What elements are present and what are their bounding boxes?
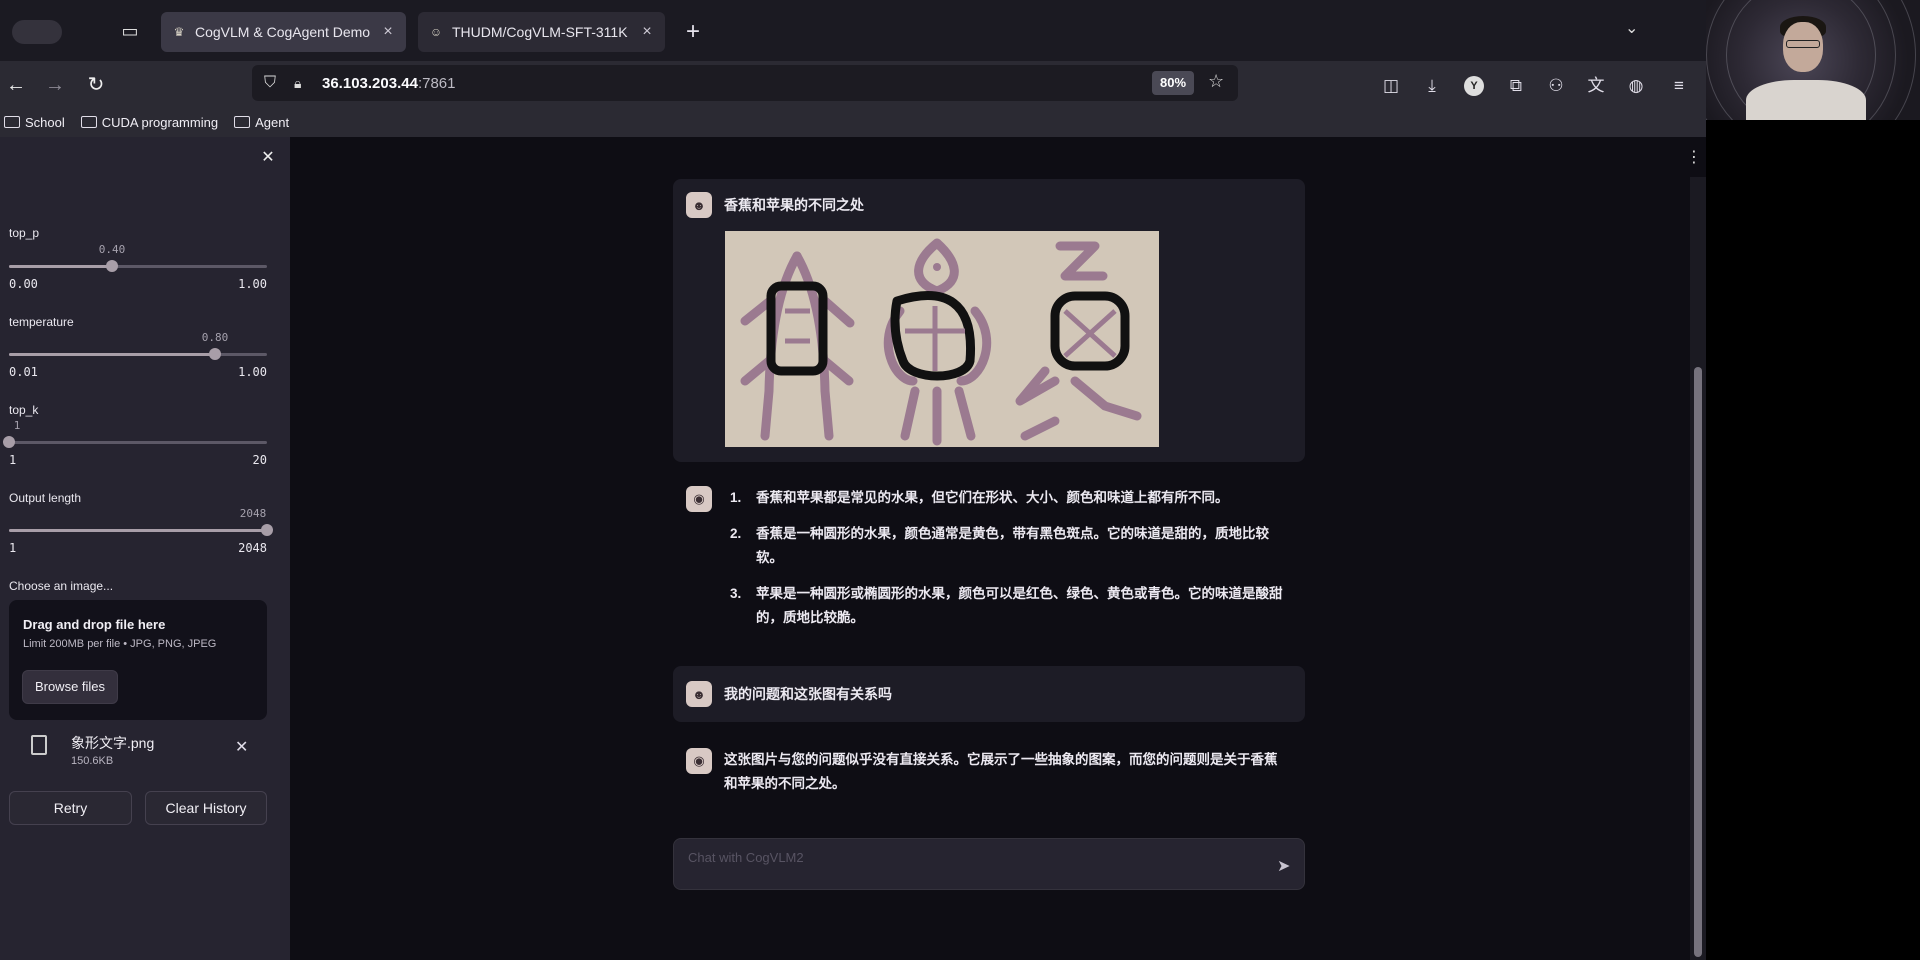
lock-icon[interactable]: 🔒︎	[294, 75, 314, 92]
remove-file-icon[interactable]: ✕	[235, 737, 248, 757]
url-text[interactable]: 36.103.203.44:7861	[322, 75, 455, 92]
answer-list: 1. 香蕉和苹果都是常见的水果，但它们在形状、大小、颜色和味道上都有所不同。 2.…	[724, 486, 1284, 642]
close-tab-icon[interactable]: ×	[639, 23, 655, 41]
message-text: 这张图片与您的问题似乎没有直接关系。它展示了一些抽象的图案，而您的问题则是关于香…	[724, 752, 1278, 791]
slider-value: 0.80	[201, 331, 229, 344]
sidebar: ✕ top_p 0.40 0.00 1.00 temperature 0.80 …	[0, 137, 290, 960]
bookmark-school[interactable]: School	[4, 115, 65, 130]
tab-bar: ▭ ♛ CogVLM & CogAgent Demo × ☺ THUDM/Cog…	[0, 0, 1706, 61]
slider-min: 0.01	[9, 365, 38, 379]
chat-main: ⋮ ☻ 香蕉和苹果的不同之处 ◉ 1. 香蕉和苹果都是常见的水果，但它们在形状、…	[290, 137, 1706, 960]
assistant-message: ◉ 这张图片与您的问题似乎没有直接关系。它展示了一些抽象的图案，而您的问题则是关…	[673, 748, 1305, 808]
file-dropzone[interactable]: Drag and drop file here Limit 200MB per …	[9, 600, 267, 720]
slider-thumb[interactable]	[209, 348, 221, 360]
download-icon[interactable]: ⤓	[1419, 73, 1445, 99]
image-uploader-label: Choose an image...	[9, 579, 114, 593]
forward-icon[interactable]: →	[41, 71, 69, 99]
window-control-pill[interactable]	[12, 20, 62, 44]
assistant-avatar-icon: ◉	[686, 748, 712, 774]
list-all-tabs-icon[interactable]: ⌄	[1625, 18, 1638, 38]
star-icon[interactable]: ☆	[1208, 71, 1224, 92]
crown-favicon-icon: ♛	[173, 25, 185, 39]
tab-label: THUDM/CogVLM-SFT-311K · D	[452, 24, 631, 40]
back-icon[interactable]: ←	[2, 71, 30, 99]
file-size: 150.6KB	[71, 755, 114, 767]
uploaded-file: 象形文字.png 150.6KB ✕	[9, 731, 267, 775]
tab-overview-icon[interactable]: ▭	[118, 19, 142, 43]
slider-max: 20	[252, 453, 267, 467]
slider-max: 2048	[238, 541, 267, 555]
list-item: 3. 苹果是一种圆形或椭圆形的水果，颜色可以是红色、绿色、黄色或青色。它的味道是酸…	[730, 586, 1283, 625]
output-length-label: Output length	[9, 491, 82, 505]
kebab-menu-icon[interactable]: ⋮	[1684, 147, 1704, 167]
reload-icon[interactable]: ↻	[82, 71, 110, 99]
list-item: 1. 香蕉和苹果都是常见的水果，但它们在形状、大小、颜色和味道上都有所不同。	[730, 490, 1229, 505]
zoom-level-badge[interactable]: 80%	[1152, 71, 1195, 95]
webcam-overlay	[1706, 0, 1920, 120]
bookmark-agent[interactable]: Agent	[234, 115, 289, 130]
assistant-avatar-icon: ◉	[686, 486, 712, 512]
chat-input-placeholder: Chat with CogVLM2	[688, 850, 804, 865]
slider-min: 0.00	[9, 277, 38, 291]
slider-thumb[interactable]	[106, 260, 118, 272]
dropzone-limit: Limit 200MB per file • JPG, PNG, JPEG	[23, 638, 217, 650]
scrollbar[interactable]	[1690, 177, 1706, 960]
pocket-icon[interactable]: ◫	[1378, 73, 1404, 99]
uploaded-oracle-bone-image	[725, 231, 1159, 447]
message-text: 我的问题和这张图有关系吗	[724, 686, 892, 702]
slider-thumb[interactable]	[261, 524, 273, 536]
folder-icon	[4, 116, 20, 128]
tab-label: CogVLM & CogAgent Demo	[195, 24, 371, 40]
close-tab-icon[interactable]: ×	[380, 23, 396, 41]
folder-icon	[80, 116, 97, 128]
folder-icon	[234, 116, 251, 128]
retry-button[interactable]: Retry	[9, 791, 132, 825]
slider-value: 1	[13, 419, 21, 432]
offscreen-area	[1706, 120, 1920, 960]
address-bar[interactable]: ⛉ 🔒︎ 36.103.203.44:7861 80% ☆	[252, 65, 1238, 101]
bookmarks-toolbar: School CUDA programming Agent	[0, 107, 1706, 137]
top-p-label: top_p	[9, 226, 40, 240]
tab-cogvlm-demo[interactable]: ♛ CogVLM & CogAgent Demo ×	[161, 12, 406, 52]
close-sidebar-icon[interactable]: ✕	[258, 148, 278, 168]
profile-avatar-icon[interactable]: Y	[1464, 76, 1484, 96]
new-tab-button[interactable]: +	[680, 18, 706, 46]
message-text: 香蕉和苹果的不同之处	[724, 197, 864, 213]
file-name: 象形文字.png	[71, 735, 155, 751]
slider-thumb[interactable]	[3, 436, 15, 448]
user-avatar-icon: ☻	[686, 192, 712, 218]
extension-badge-icon[interactable]: ⚇	[1543, 73, 1569, 99]
dropzone-title: Drag and drop file here	[23, 617, 166, 632]
slider-max: 1.00	[238, 365, 267, 379]
slider-value: 0.40	[98, 243, 126, 256]
user-message: ☻ 我的问题和这张图有关系吗	[673, 666, 1305, 722]
user-message: ☻ 香蕉和苹果的不同之处	[673, 179, 1305, 462]
slider-value: 2048	[239, 507, 267, 520]
extensions-icon[interactable]: ⧉	[1503, 73, 1529, 99]
file-icon	[31, 735, 47, 755]
huggingface-favicon-icon: ☺	[429, 25, 443, 39]
bookmark-cuda-programming[interactable]: CUDA programming	[80, 115, 218, 130]
list-item: 2. 香蕉是一种圆形的水果，颜色通常是黄色，带有黑色斑点。它的味道是甜的，质地比较…	[730, 526, 1269, 565]
temperature-label: temperature	[9, 315, 74, 329]
browse-files-button[interactable]: Browse files	[22, 670, 118, 704]
chat-input[interactable]: Chat with CogVLM2 ➤	[673, 838, 1305, 890]
translate-icon[interactable]: 文	[1583, 73, 1609, 99]
send-icon[interactable]: ➤	[1277, 856, 1290, 876]
top-k-label: top_k	[9, 403, 39, 417]
shield-icon[interactable]: ⛉	[264, 74, 284, 92]
navigation-toolbar: ← → ↻ ⛉ 🔒︎ 36.103.203.44:7861 80% ☆ ◫ ⤓ …	[0, 61, 1706, 111]
tab-huggingface-dataset[interactable]: ☺ THUDM/CogVLM-SFT-311K · D ×	[418, 12, 665, 52]
menu-icon[interactable]: ≡	[1666, 73, 1692, 99]
clear-history-button[interactable]: Clear History	[145, 791, 267, 825]
slider-min: 1	[9, 541, 17, 555]
scrollbar-thumb[interactable]	[1694, 367, 1702, 957]
slider-max: 1.00	[238, 277, 267, 291]
slider-min: 1	[9, 453, 17, 467]
color-extension-icon[interactable]: ◍	[1623, 73, 1649, 99]
user-avatar-icon: ☻	[686, 681, 712, 707]
assistant-message: ◉ 1. 香蕉和苹果都是常见的水果，但它们在形状、大小、颜色和味道上都有所不同。 …	[673, 486, 1305, 641]
